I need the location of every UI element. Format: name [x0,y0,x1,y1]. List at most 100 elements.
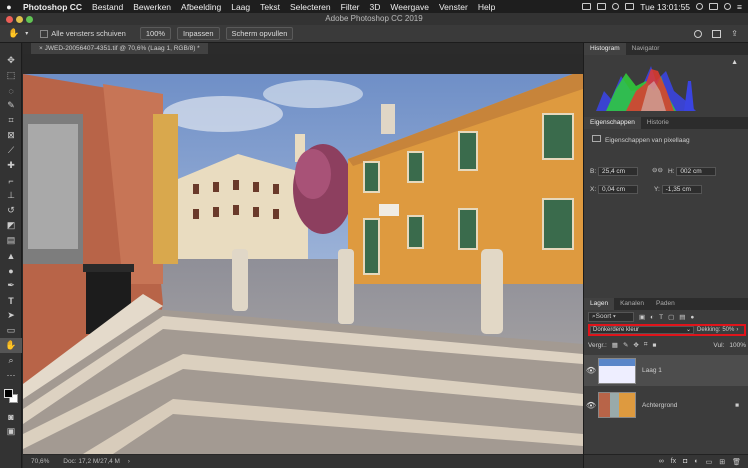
spotlight-icon[interactable] [724,3,732,10]
search-icon[interactable] [694,29,703,38]
filter-toggle-icon[interactable]: ● [690,314,694,321]
menu-tekst[interactable]: Tekst [255,2,285,12]
menu-venster[interactable]: Venster [434,2,473,12]
share-icon[interactable]: ⇪ [731,29,738,38]
history-brush-tool-icon[interactable]: ↺ [0,203,22,218]
status-display-icon[interactable] [597,3,607,10]
brush-tool-icon[interactable]: ⌐ [0,173,22,188]
fit-screen-button[interactable]: Inpassen [177,27,220,40]
marquee-tool-icon[interactable]: ⬚ [0,68,22,83]
new-group-icon[interactable]: ▭ [706,458,713,466]
layer-name[interactable]: Achtergrond [642,402,677,409]
height-input[interactable]: 002 cm [676,167,717,176]
airplay-icon[interactable] [709,3,719,10]
layer-filter-select[interactable]: ⌕Soort ▾ [588,312,634,322]
menu-afbeelding[interactable]: Afbeelding [176,2,226,12]
menu-weergave[interactable]: Weergave [385,2,434,12]
tool-preset-chevron-icon[interactable]: ▾ [25,30,28,37]
eraser-tool-icon[interactable]: ◩ [0,218,22,233]
link-icon[interactable]: ⊖⊖ [652,166,663,174]
layer-row[interactable]: 👁 Laag 1 [584,355,748,386]
hand-tool-active-icon[interactable]: ✋ [0,338,22,353]
menu-3d[interactable]: 3D [365,2,386,12]
zoom-window-button[interactable] [26,16,33,23]
status-chevron-icon[interactable]: › [128,458,130,465]
delete-layer-icon[interactable]: 🗑 [732,458,741,466]
quick-select-tool-icon[interactable]: ✎ [0,98,22,113]
move-tool-icon[interactable]: ✥ [0,53,22,68]
sync-icon[interactable] [696,3,704,10]
fill-input[interactable]: 100% [729,342,746,349]
status-wifi-icon[interactable] [612,3,620,10]
width-input[interactable]: 25,4 cm [597,167,638,176]
link-layers-icon[interactable]: ∞ [659,458,664,465]
menu-filter[interactable]: Filter [336,2,365,12]
rectangle-tool-icon[interactable]: ▭ [0,323,22,338]
canvas-area[interactable] [23,54,583,454]
status-doc-size[interactable]: Doc: 17,2 M/27,4 M [63,458,120,465]
dodge-tool-icon[interactable]: ● [0,263,22,278]
visibility-eye-icon[interactable]: 👁 [584,366,598,375]
new-adjustment-icon[interactable]: ◐ [694,458,698,465]
apple-icon[interactable]: ● [0,2,18,12]
menu-bestand[interactable]: Bestand [87,2,128,12]
visibility-eye-icon[interactable]: 👁 [584,401,598,410]
menu-help[interactable]: Help [473,2,500,12]
zoom-100-button[interactable]: 100% [139,27,172,40]
blur-tool-icon[interactable]: ▲ [0,248,22,263]
opacity-chevron-icon[interactable]: › [736,327,738,333]
lock-all-icon[interactable]: ■ [653,342,657,349]
opacity-input[interactable]: 50% [722,327,734,333]
filter-type-icon[interactable]: T [659,314,663,321]
close-window-button[interactable] [6,16,13,23]
gradient-tool-icon[interactable]: ▤ [0,233,22,248]
tab-paths[interactable]: Paden [650,298,681,310]
hand-tool-icon[interactable]: ✋ [8,28,19,39]
menu-app-name[interactable]: Photoshop CC [18,2,87,12]
workspace-icon[interactable] [712,29,722,38]
battery-icon[interactable] [625,3,635,10]
tab-layers[interactable]: Lagen [584,298,615,310]
menu-clock[interactable]: Tue 13:01:55 [640,2,690,12]
crop-tool-icon[interactable]: ⌗ [0,113,22,128]
fill-screen-button[interactable]: Scherm opvullen [225,27,294,40]
status-app-icon[interactable] [582,3,592,10]
lock-transparent-icon[interactable]: ▦ [612,341,618,349]
screen-mode-icon[interactable]: ▣ [0,424,22,439]
histogram-warning-icon[interactable]: ▲ [731,59,738,66]
healing-tool-icon[interactable]: ✚ [0,158,22,173]
add-mask-icon[interactable]: ◘ [683,458,687,465]
foreground-color-swatch[interactable] [4,389,13,398]
lock-position-icon[interactable]: ✥ [633,341,638,349]
filter-pixel-icon[interactable]: ▣ [639,313,645,321]
tab-history[interactable]: Historie [641,117,675,129]
document-tab[interactable]: × JWED-20056407-4351.tif @ 70,6% (Laag 1… [31,43,208,54]
scroll-all-windows-option[interactable]: Alle vensters schuiven [40,29,126,38]
layer-name[interactable]: Laag 1 [642,367,662,374]
pen-tool-icon[interactable]: ✒ [0,278,22,293]
layer-lock-icon[interactable]: ■ [735,402,739,409]
tab-properties[interactable]: Eigenschappen [584,117,641,129]
menu-bewerken[interactable]: Bewerken [128,2,176,12]
menu-laag[interactable]: Laag [226,2,255,12]
filter-shape-icon[interactable]: ▢ [668,313,674,321]
y-input[interactable]: -1,35 cm [661,185,702,194]
lasso-tool-icon[interactable]: ◌ [0,83,22,98]
layer-row[interactable]: 👁 Achtergrond ■ [584,390,748,420]
lock-pixels-icon[interactable]: ✎ [623,341,628,349]
status-zoom[interactable]: 70,6% [31,458,49,465]
color-swatches[interactable] [0,387,21,409]
menu-selecteren[interactable]: Selecteren [285,2,336,12]
filter-smart-icon[interactable]: ▤ [679,313,685,321]
clone-stamp-tool-icon[interactable]: ⊥ [0,188,22,203]
lock-artboard-icon[interactable]: ⌗ [644,341,648,349]
notification-center-icon[interactable]: ≡ [737,2,742,12]
minimize-window-button[interactable] [16,16,23,23]
more-tools-icon[interactable]: ⋯ [0,368,22,383]
new-layer-icon[interactable]: ⊞ [719,458,725,466]
quick-mask-icon[interactable]: ◙ [0,409,22,424]
blend-mode-select[interactable]: Donkerdere kleur ⌄ [590,326,694,334]
filter-adjustment-icon[interactable]: ◐ [650,314,654,321]
tab-navigator[interactable]: Navigator [626,43,666,55]
scroll-all-checkbox[interactable] [40,30,49,38]
